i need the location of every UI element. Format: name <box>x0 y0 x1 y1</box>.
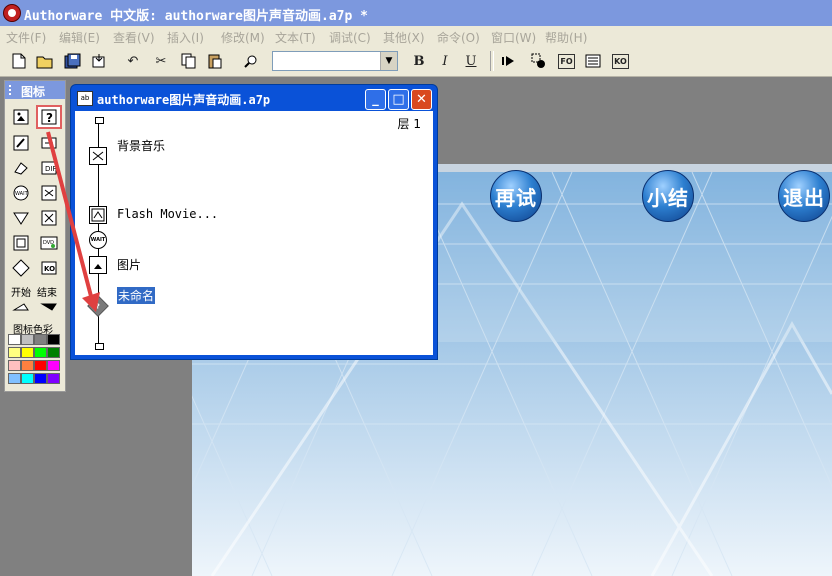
flowline-end-marker <box>95 343 104 350</box>
variables-icon[interactable] <box>584 52 602 70</box>
color-swatch-purple[interactable] <box>47 373 60 384</box>
menu-modify[interactable]: 修改(M) <box>221 29 265 46</box>
interaction-icon[interactable]: ? <box>87 295 109 317</box>
color-swatch-gray[interactable] <box>34 334 47 345</box>
color-swatch-light-blue[interactable] <box>8 373 21 384</box>
chevron-down-icon[interactable]: ▼ <box>380 52 397 70</box>
navigate-icon[interactable] <box>10 208 32 228</box>
grip-icon[interactable] <box>9 85 15 95</box>
app-titlebar: Authorware 中文版: authorware图片声音动画.a7p * <box>0 0 832 26</box>
start-flag-icon[interactable] <box>10 297 32 317</box>
video-icon[interactable] <box>38 208 60 228</box>
palette-title: 图标 <box>21 85 46 99</box>
color-swatch-blue[interactable] <box>34 373 47 384</box>
display-icon[interactable] <box>10 107 32 127</box>
menu-debug[interactable]: 调试(C) <box>329 29 371 46</box>
digital-movie-icon[interactable]: DIR <box>38 158 60 178</box>
minimize-button[interactable]: _ <box>365 89 386 110</box>
font-select[interactable]: ▼ <box>272 51 398 71</box>
color-swatch-white[interactable] <box>8 334 21 345</box>
svg-text:KO: KO <box>44 265 55 273</box>
flowline-titlebar[interactable]: ab authorware图片声音动画.a7p _ □ ✕ <box>71 85 437 111</box>
menu-command[interactable]: 命令(O) <box>437 29 480 46</box>
svg-text:DIR: DIR <box>45 165 57 173</box>
color-swatch-cyan[interactable] <box>21 373 34 384</box>
new-file-icon[interactable] <box>10 52 28 70</box>
import-icon[interactable] <box>90 52 108 70</box>
paste-icon[interactable] <box>206 52 224 70</box>
framework-icon[interactable] <box>10 233 32 253</box>
functions-button[interactable]: FO <box>558 54 575 69</box>
color-swatch-magenta[interactable] <box>47 360 60 371</box>
color-swatch-black[interactable] <box>47 334 60 345</box>
menu-window[interactable]: 窗口(W) <box>491 29 536 46</box>
interaction-icon[interactable]: ? <box>36 105 62 129</box>
svg-text:WAIT: WAIT <box>15 191 29 197</box>
color-swatch-pink[interactable] <box>8 360 21 371</box>
color-swatch-yellow[interactable] <box>21 347 34 358</box>
decision-icon[interactable] <box>10 258 32 278</box>
close-button[interactable]: ✕ <box>411 89 432 110</box>
palette-titlebar[interactable]: 图标 <box>5 81 65 99</box>
bold-button[interactable]: B <box>410 52 428 70</box>
level-indicator: 层 1 <box>397 117 421 131</box>
italic-button[interactable]: I <box>436 52 454 70</box>
calculation-icon[interactable] <box>10 133 32 153</box>
menu-view[interactable]: 查看(V) <box>113 29 155 46</box>
undo-icon[interactable]: ↶ <box>124 52 142 70</box>
flowline-window: ab authorware图片声音动画.a7p _ □ ✕ 层 1 背景音乐 F… <box>70 84 438 360</box>
restart-icon[interactable] <box>500 52 518 70</box>
dvd-icon[interactable]: DVD <box>38 233 60 253</box>
flow-item-label[interactable]: Flash Movie... <box>117 207 218 221</box>
open-file-icon[interactable] <box>36 52 54 70</box>
app-title: Authorware 中文版: authorware图片声音动画.a7p * <box>24 9 368 24</box>
menu-file[interactable]: 文件(F) <box>6 29 46 46</box>
flow-item-label[interactable]: 背景音乐 <box>117 137 165 154</box>
erase-icon[interactable] <box>10 158 32 178</box>
copy-icon[interactable] <box>180 52 198 70</box>
maximize-button[interactable]: □ <box>388 89 409 110</box>
cut-icon[interactable]: ✂ <box>152 52 170 70</box>
display-icon[interactable] <box>89 256 107 274</box>
main-toolbar: ↶ ✂ B I U FO KO <box>0 46 832 77</box>
color-swatch-green[interactable] <box>47 347 60 358</box>
wait-icon[interactable]: WAIT <box>10 183 32 203</box>
color-swatch-light-yellow[interactable] <box>8 347 21 358</box>
color-swatch-lime[interactable] <box>34 347 47 358</box>
knowledge-objects-button[interactable]: KO <box>612 54 629 69</box>
menu-help[interactable]: 帮助(H) <box>545 29 587 46</box>
flash-icon[interactable] <box>89 206 107 224</box>
wait-icon[interactable]: WAIT <box>89 231 107 249</box>
menu-bar: 文件(F) 编辑(E) 查看(V) 插入(I) 修改(M) 文本(T) 调试(C… <box>0 26 832 46</box>
svg-text:?: ? <box>46 111 53 125</box>
save-all-icon[interactable] <box>64 52 82 70</box>
flowline-title: authorware图片声音动画.a7p <box>97 93 271 107</box>
toolbar-separator <box>490 51 494 71</box>
menu-insert[interactable]: 插入(I) <box>167 29 204 46</box>
menu-edit[interactable]: 编辑(E) <box>59 29 100 46</box>
design-window-icon: ab <box>77 91 93 106</box>
map-icon[interactable] <box>38 133 60 153</box>
sound-icon[interactable] <box>38 183 60 203</box>
knowledge-object-icon[interactable]: KO <box>38 258 60 278</box>
authorware-logo-icon[interactable] <box>3 4 21 22</box>
flow-item-label[interactable]: 未命名 <box>117 287 156 304</box>
summary-button[interactable]: 小结 <box>642 170 694 222</box>
find-icon[interactable] <box>242 52 260 70</box>
underline-button[interactable]: U <box>462 52 480 70</box>
menu-text[interactable]: 文本(T) <box>275 29 316 46</box>
exit-button[interactable]: 退出 <box>778 170 830 222</box>
color-swatch-orange[interactable] <box>21 360 34 371</box>
color-swatch-red[interactable] <box>34 360 47 371</box>
flowline-canvas[interactable]: 层 1 背景音乐 Flash Movie... WAIT 图片 ? 未命名 <box>75 111 433 355</box>
flowline-start-marker <box>95 117 104 124</box>
control-panel-icon[interactable] <box>530 52 548 70</box>
end-flag-icon[interactable] <box>38 297 60 317</box>
sound-icon[interactable] <box>89 147 107 165</box>
color-swatch-silver[interactable] <box>21 334 34 345</box>
flow-item-label[interactable]: 图片 <box>117 256 141 273</box>
retry-button[interactable]: 再试 <box>490 170 542 222</box>
icon-palette: 图标 ? DIR WAIT DVD KO 开始 结束 图标色彩 <box>4 80 66 392</box>
menu-other[interactable]: 其他(X) <box>383 29 425 46</box>
